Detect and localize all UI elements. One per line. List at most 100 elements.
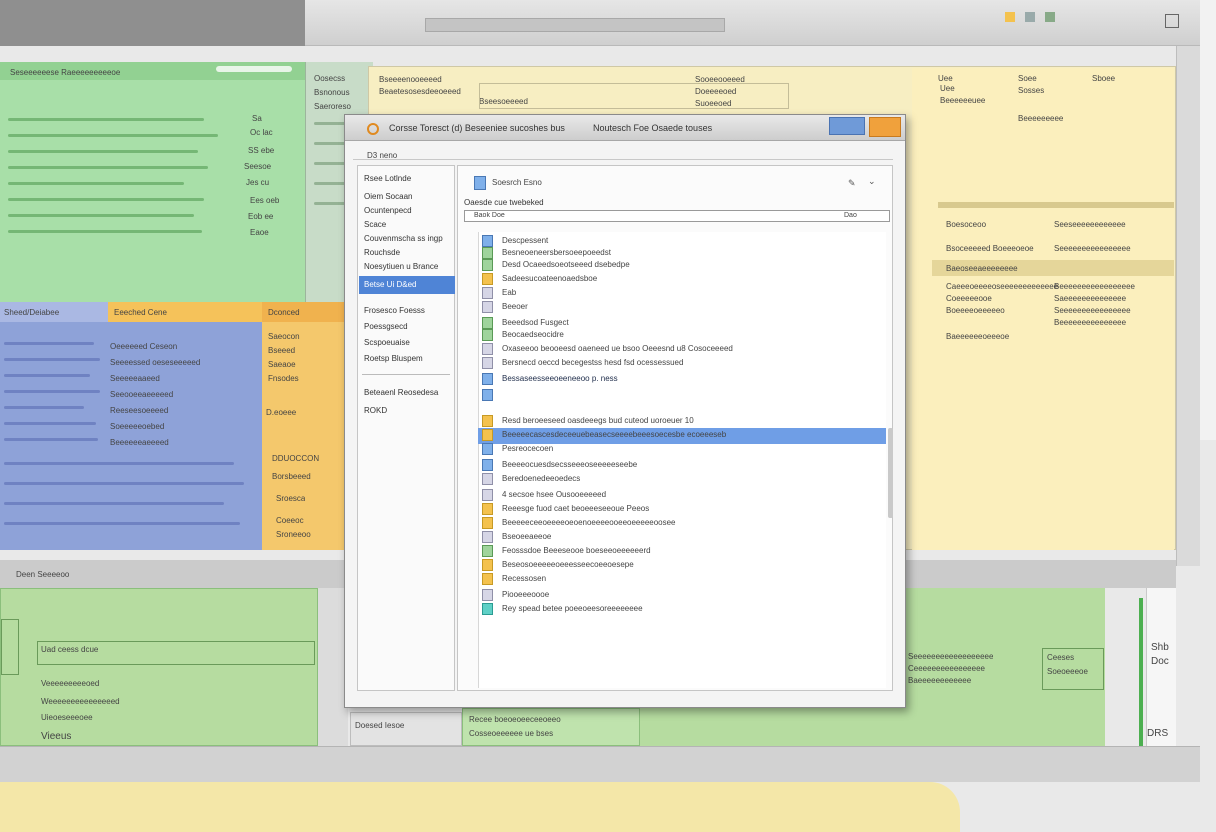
file-icon — [482, 415, 493, 427]
list-item[interactable]: Feosssdoe Beeeseooe boeseeoeeeeeerd — [482, 544, 882, 558]
bottom-tab-label: Recee boeoeoeeceeoeeo — [469, 715, 561, 724]
orange-line: Sroesca — [276, 494, 306, 503]
edit-icon[interactable]: ✎ — [848, 178, 856, 189]
list-item[interactable]: Resd beroeeseed oasdeeegs bud cuteod uor… — [482, 414, 882, 428]
orange-line: Coeeoc — [276, 516, 304, 525]
list-rows: Descpessent Besneoeneersbersoeepoeedst Des… — [478, 232, 886, 688]
orange-column-header: Eeeched Cene — [108, 302, 262, 322]
file-icon — [482, 443, 493, 455]
nav-item[interactable]: Scace — [364, 220, 386, 229]
mid-pane-line: Bsnonous — [314, 88, 350, 97]
list-item[interactable]: Beeeeocuesdsecsseeeoseeeeeseebe — [482, 458, 882, 472]
green-pane-scroll[interactable] — [216, 66, 292, 72]
list-item[interactable]: Sadeesucoateenoaedsboe — [482, 272, 882, 286]
yellow-table-pane: Uee Soee Sboee Uee Beeeeeeuee Sosses Bee… — [912, 68, 1174, 550]
window-maximize-icon[interactable] — [1165, 14, 1179, 28]
orange-header-text: Dconced — [268, 308, 300, 317]
list-item[interactable]: Bseoeeaeeoe — [482, 530, 882, 544]
list-item[interactable]: Piooeeeoooe — [482, 588, 882, 602]
app-icon — [367, 123, 379, 135]
nav-item[interactable]: Beteaenl Reosedesa — [364, 388, 438, 397]
yellow-table-cell: Seeeeeeeeeeeeeeee — [1054, 306, 1131, 315]
list-item[interactable]: Eab — [482, 286, 882, 300]
nav-item-selected[interactable]: Betse Ui D&ed — [364, 280, 416, 289]
list-item[interactable]: Recessosen — [482, 572, 882, 586]
search-icon[interactable] — [474, 176, 486, 190]
toolbar-tool-icon[interactable] — [1045, 12, 1055, 22]
list-item[interactable]: Bersnecd oeccd becegestss hesd fsd ocess… — [482, 356, 882, 370]
bottom-tab[interactable]: Doesed Iesoe — [350, 712, 462, 746]
nav-item[interactable]: Couvenmscha ss ingp — [364, 234, 443, 243]
yellow-table-row: Bsoceeeeed Boeeeoeoe — [946, 244, 1034, 253]
list-item-label: Feosssdoe Beeeseooe boeseeoeeeeeerd — [502, 546, 651, 555]
list-item[interactable]: 4 secsoe hsee Ousooeeeeed — [482, 488, 882, 502]
nav-item[interactable]: Roetsp Bluspem — [364, 354, 423, 363]
nav-item[interactable]: Noesytiuen u Brance — [364, 262, 438, 271]
chevron-down-icon[interactable]: ⌄ — [868, 176, 876, 187]
filter-field-value: Dao — [844, 212, 857, 219]
dialog-title-bar[interactable]: Corsse Toresct (d) Beseeniee sucoshes bu… — [345, 115, 905, 141]
search-label: Soesrch Esno — [492, 178, 542, 187]
list-item[interactable]: Oxaseeoo beooeesd oaeneed ue bsoo Oeeesn… — [482, 342, 882, 356]
list-item[interactable]: Beseosoeeeeeoeeesseecoeeoesepe — [482, 558, 882, 572]
file-icon — [482, 259, 493, 271]
nav-divider — [362, 374, 450, 375]
window-scrollbar[interactable] — [1176, 46, 1200, 566]
yellow-table-cell: Beeeeeeeeeeeeeeeee — [1054, 282, 1135, 291]
blue-row: Seeeessed oeseseeeeed — [110, 358, 201, 367]
bottom-right-box: Ceeses Soeoeeeoe — [1042, 648, 1104, 690]
nav-item[interactable]: ROKD — [364, 406, 387, 415]
nav-item[interactable]: Frosesco Foesss — [364, 306, 425, 315]
list-item-label: Beeeeecascesdeceeuebeasecseeeebeeesoeces… — [502, 430, 727, 439]
list-item[interactable]: Beocaedseocidre — [482, 328, 882, 342]
dialog-title: Corsse Toresct (d) Beseeniee sucoshes bu… — [389, 123, 565, 133]
file-icon — [482, 459, 493, 471]
file-icon — [482, 545, 493, 557]
list-item[interactable]: Beeeeeceeoeeeeoeoenoeeeeooeeoeeeeeoosee — [482, 516, 882, 530]
orange-line: Bseeed — [268, 346, 296, 355]
close-button[interactable] — [869, 117, 901, 137]
list-item-label: Bseoeeaeeoe — [502, 532, 552, 541]
list-item[interactable]: Pesreocecoen — [482, 442, 882, 456]
file-icon — [482, 559, 493, 571]
bottom-line: Weeeeeeeeeeeeeeed — [41, 697, 120, 706]
yellow-table-row: Baeeeeeeoeeeoe — [946, 332, 1010, 341]
bottom-right-edge: Shb Doc DRS — [1139, 588, 1176, 746]
list-item-label: Descpessent — [502, 236, 549, 245]
list-item[interactable]: Bessaseesseeoeeneeoo p. ness — [482, 372, 882, 386]
bottom-green-tab[interactable]: Recee boeoeoeeceeoeeo Cosseoeeeeee ue bs… — [462, 708, 640, 746]
nav-item[interactable]: Ocuntenpecd — [364, 206, 412, 215]
bottom-right-box-text: Ceeses — [1047, 653, 1075, 662]
list-item[interactable]: Beredoenedeeoedecs — [482, 472, 882, 486]
toolbar-star-icon[interactable] — [1005, 12, 1015, 22]
nav-item[interactable]: Oiem Socaan — [364, 192, 412, 201]
nav-item[interactable]: Rouchsde — [364, 248, 400, 257]
dialog-title-right: Noutesch Foe Osaede touses — [593, 123, 713, 133]
yellow-table-row: Boeeeeoeeeeeo — [946, 306, 1005, 315]
filter-field[interactable] — [464, 210, 890, 222]
file-icon — [482, 329, 493, 341]
list-item[interactable]: Rey spead betee poeeoeesoreeeeeeee — [482, 602, 882, 616]
list-item[interactable]: Beeoer — [482, 300, 882, 314]
bottom-green-pane: Uad ceess dcue Veeeeeeeeeoed Weeeeeeeeee… — [0, 588, 318, 746]
list-item[interactable] — [482, 388, 882, 402]
yellow-table-row: Caeeeoeeeeoseeeeeeeeeeeee — [946, 282, 1059, 291]
green-value: Eaoe — [250, 228, 269, 237]
file-icon — [482, 489, 493, 501]
list-item[interactable]: Reeesge fuod caet beoeeeseeoue Peeos — [482, 502, 882, 516]
yellow-doc-box — [479, 83, 789, 109]
list-item-label: Desd Ocaeedsoeotseeed dsebedpe — [502, 260, 630, 269]
minimize-button[interactable] — [829, 117, 865, 135]
nav-item[interactable]: Rsee Lotlnde — [364, 174, 411, 183]
list-scrollbar[interactable] — [888, 428, 893, 518]
mid-pane-line: Saeroreso — [314, 102, 351, 111]
toolbar-tool-icon[interactable] — [1025, 12, 1035, 22]
nav-item[interactable]: Scspoeuaise — [364, 338, 410, 347]
nav-item[interactable]: Poessgsecd — [364, 322, 408, 331]
dark-title-area — [0, 0, 305, 46]
list-item[interactable]: Desd Ocaeedsoeotseeed dsebedpe — [482, 258, 882, 272]
file-icon — [482, 429, 493, 441]
list-item[interactable]: Beeeeecascesdeceeuebeasecseeeebeeesoeces… — [482, 428, 882, 442]
green-scroll-indicator[interactable] — [1139, 598, 1143, 746]
list-item-label: Piooeeeoooe — [502, 590, 550, 599]
